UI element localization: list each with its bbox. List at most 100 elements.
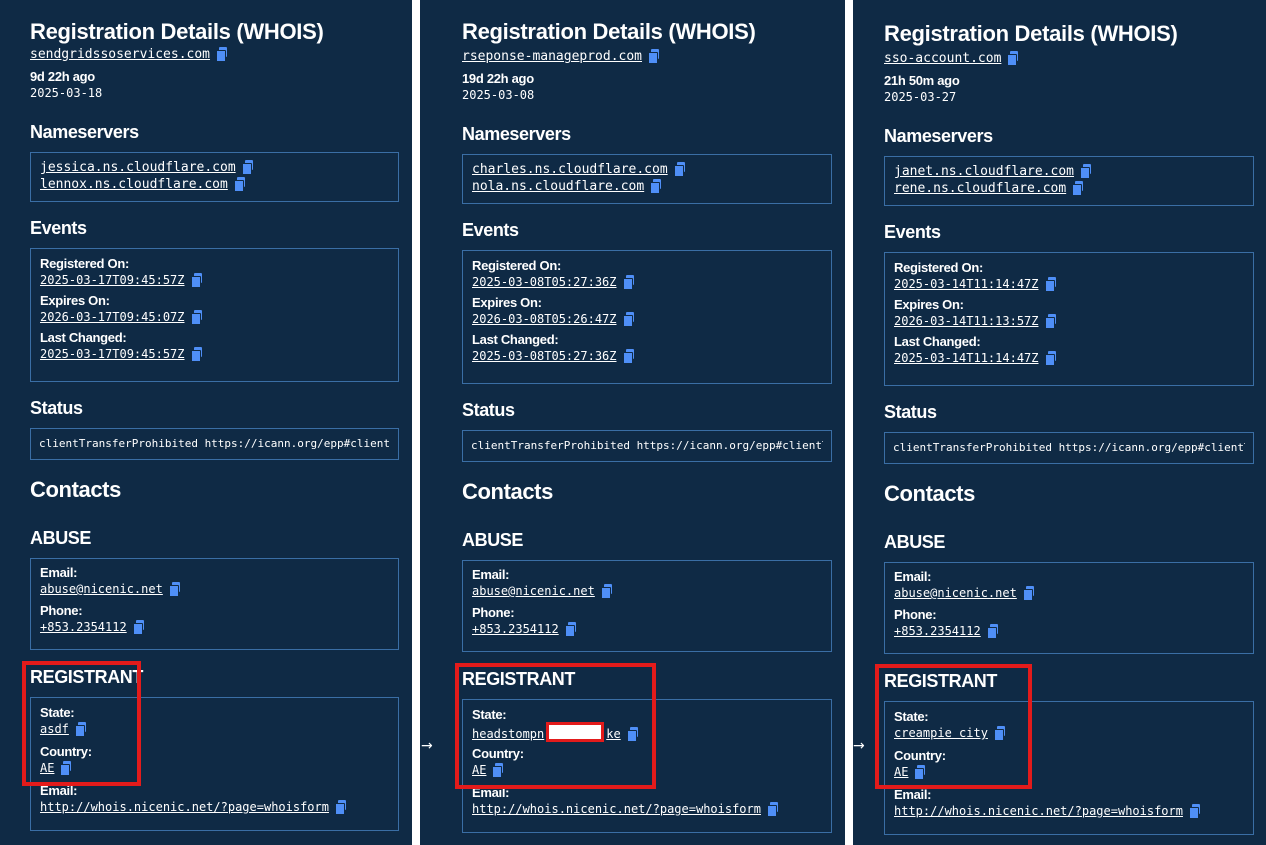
abuse-box: Email: abuse@nicenic.net Phone: +853.235… <box>884 562 1254 654</box>
page-title: Registration Details (WHOIS) <box>462 19 756 44</box>
page-title: Registration Details (WHOIS) <box>30 19 324 44</box>
copy-icon[interactable] <box>132 620 144 635</box>
abuse-box: Email: abuse@nicenic.net Phone: +853.235… <box>462 560 832 652</box>
copy-icon[interactable] <box>1044 277 1056 292</box>
copy-icon[interactable] <box>622 312 634 327</box>
email-label: Email: <box>40 565 78 580</box>
domain-link[interactable]: rseponse-manageprod.com <box>462 49 642 64</box>
registered-on-label: Registered On: <box>472 258 561 273</box>
nameservers-box: charles.ns.cloudflare.com nola.ns.cloudf… <box>462 154 832 204</box>
page-title: Registration Details (WHOIS) <box>884 21 1178 46</box>
domain-link[interactable]: sso-account.com <box>884 51 1001 66</box>
registered-date: 2025-03-27 <box>884 90 957 104</box>
copy-icon[interactable] <box>190 273 202 288</box>
events-box: Registered On: 2025-03-14T11:14:47Z Expi… <box>884 252 1254 386</box>
whois-panel-3: → Registration Details (WHOIS) sso-accou… <box>853 0 1266 845</box>
copy-icon[interactable] <box>1080 164 1092 179</box>
last-changed-label: Last Changed: <box>472 332 559 347</box>
nameserver-link[interactable]: nola.ns.cloudflare.com <box>472 179 644 194</box>
nameservers-heading: Nameservers <box>30 122 139 142</box>
nameserver-link[interactable]: janet.ns.cloudflare.com <box>894 164 1074 179</box>
copy-icon[interactable] <box>233 177 245 192</box>
copy-icon[interactable] <box>1007 51 1019 66</box>
last-changed-label: Last Changed: <box>40 330 127 345</box>
last-changed-value[interactable]: 2025-03-17T09:45:57Z <box>40 347 185 361</box>
registrant-email-link[interactable]: http://whois.nicenic.net/?page=whoisform <box>894 804 1183 818</box>
abuse-email-link[interactable]: abuse@nicenic.net <box>472 584 595 598</box>
status-heading: Status <box>884 402 937 422</box>
email-label: Email: <box>894 787 932 802</box>
registered-date: 2025-03-08 <box>462 88 535 102</box>
status-heading: Status <box>462 400 515 420</box>
status-value: clientTransferProhibited https://icann.o… <box>39 437 390 450</box>
copy-icon[interactable] <box>1072 181 1084 196</box>
registered-on-value[interactable]: 2025-03-17T09:45:57Z <box>40 273 185 287</box>
status-box[interactable]: clientTransferProhibited https://icann.o… <box>462 430 832 462</box>
contacts-heading: Contacts <box>30 477 121 502</box>
copy-icon[interactable] <box>986 624 998 639</box>
copy-icon[interactable] <box>241 160 253 175</box>
copy-icon[interactable] <box>1188 804 1200 819</box>
nameservers-box: jessica.ns.cloudflare.com lennox.ns.clou… <box>30 152 399 202</box>
copy-icon[interactable] <box>1044 314 1056 329</box>
phone-label: Phone: <box>472 605 515 620</box>
whois-panel-2: → Registration Details (WHOIS) rseponse-… <box>420 0 845 845</box>
nameserver-link[interactable]: charles.ns.cloudflare.com <box>472 162 668 177</box>
abuse-email-link[interactable]: abuse@nicenic.net <box>40 582 163 596</box>
copy-icon[interactable] <box>766 802 778 817</box>
registrant-email-link[interactable]: http://whois.nicenic.net/?page=whoisform <box>472 802 761 816</box>
arrow-right-icon: → <box>421 738 433 754</box>
abuse-phone-link[interactable]: +853.2354112 <box>894 624 981 638</box>
registered-on-label: Registered On: <box>40 256 129 271</box>
abuse-heading: ABUSE <box>462 530 524 550</box>
copy-icon[interactable] <box>564 622 576 637</box>
abuse-email-link[interactable]: abuse@nicenic.net <box>894 586 1017 600</box>
registered-on-value[interactable]: 2025-03-08T05:27:36Z <box>472 275 617 289</box>
phone-label: Phone: <box>894 607 937 622</box>
nameservers-heading: Nameservers <box>462 124 571 144</box>
events-heading: Events <box>462 220 519 240</box>
abuse-phone-link[interactable]: +853.2354112 <box>40 620 127 634</box>
copy-icon[interactable] <box>600 584 612 599</box>
highlight-box <box>455 663 656 789</box>
email-label: Email: <box>894 569 932 584</box>
status-heading: Status <box>30 398 83 418</box>
expires-on-value[interactable]: 2026-03-14T11:13:57Z <box>894 314 1039 328</box>
last-changed-value[interactable]: 2025-03-08T05:27:36Z <box>472 349 617 363</box>
abuse-heading: ABUSE <box>30 528 92 548</box>
copy-icon[interactable] <box>190 310 202 325</box>
contacts-heading: Contacts <box>462 479 553 504</box>
highlight-box <box>22 661 141 786</box>
copy-icon[interactable] <box>673 162 685 177</box>
copy-icon[interactable] <box>622 349 634 364</box>
copy-icon[interactable] <box>1044 351 1056 366</box>
last-changed-value[interactable]: 2025-03-14T11:14:47Z <box>894 351 1039 365</box>
nameserver-link[interactable]: rene.ns.cloudflare.com <box>894 181 1066 196</box>
events-box: Registered On: 2025-03-08T05:27:36Z Expi… <box>462 250 832 384</box>
expires-on-label: Expires On: <box>894 297 964 312</box>
abuse-phone-link[interactable]: +853.2354112 <box>472 622 559 636</box>
last-changed-label: Last Changed: <box>894 334 981 349</box>
registered-ago: 19d 22h ago <box>462 71 534 86</box>
copy-icon[interactable] <box>168 582 180 597</box>
highlight-box <box>875 664 1032 789</box>
registrant-email-link[interactable]: http://whois.nicenic.net/?page=whoisform <box>40 800 329 814</box>
status-box[interactable]: clientTransferProhibited https://icann.o… <box>884 432 1254 464</box>
status-box[interactable]: clientTransferProhibited https://icann.o… <box>30 428 399 460</box>
domain-link[interactable]: sendgridssoservices.com <box>30 47 210 62</box>
expires-on-value[interactable]: 2026-03-17T09:45:07Z <box>40 310 185 324</box>
copy-icon[interactable] <box>622 275 634 290</box>
nameserver-link[interactable]: lennox.ns.cloudflare.com <box>40 177 228 192</box>
copy-icon[interactable] <box>334 800 346 815</box>
copy-icon[interactable] <box>648 49 660 64</box>
registered-on-value[interactable]: 2025-03-14T11:14:47Z <box>894 277 1039 291</box>
copy-icon[interactable] <box>650 179 662 194</box>
expires-on-value[interactable]: 2026-03-08T05:26:47Z <box>472 312 617 326</box>
nameserver-link[interactable]: jessica.ns.cloudflare.com <box>40 160 236 175</box>
copy-icon[interactable] <box>1022 586 1034 601</box>
copy-icon[interactable] <box>216 47 228 62</box>
copy-icon[interactable] <box>190 347 202 362</box>
registered-ago: 21h 50m ago <box>884 73 960 88</box>
events-heading: Events <box>884 222 941 242</box>
abuse-box: Email: abuse@nicenic.net Phone: +853.235… <box>30 558 399 650</box>
